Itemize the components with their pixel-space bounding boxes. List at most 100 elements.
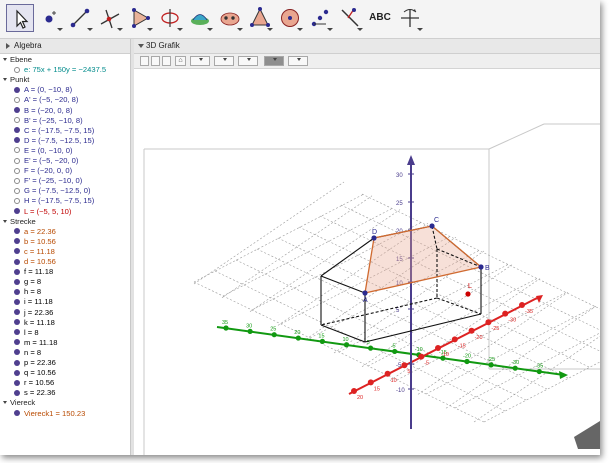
collapse-triangle-icon[interactable] xyxy=(6,43,10,49)
algebra-row[interactable]: g = 8 xyxy=(14,277,41,287)
visibility-toggle-icon[interactable] xyxy=(14,177,20,184)
visibility-toggle-icon[interactable] xyxy=(14,86,20,93)
algebra-row[interactable]: B' = (−25, −10, 8) xyxy=(14,116,83,126)
visibility-toggle-icon[interactable] xyxy=(14,197,20,204)
visibility-toggle-icon[interactable] xyxy=(14,268,20,275)
collapse-toggle-icon[interactable] xyxy=(3,219,7,223)
algebra-row[interactable]: E = (0, −10, 0) xyxy=(14,146,73,156)
move-tool-button[interactable] xyxy=(6,4,34,32)
graphics-3d-canvas[interactable]: 30 25 20 15 10 5 -5 -10 35 30 25 20 15 10 5 -5 -10 -15 -20… xyxy=(134,69,600,455)
algebra-row[interactable]: n = 8 xyxy=(14,348,41,358)
visibility-toggle-icon[interactable] xyxy=(14,319,20,326)
expand-triangle-icon[interactable] xyxy=(138,44,144,48)
intersect-surfaces-tool-button[interactable] xyxy=(186,4,214,32)
algebra-row[interactable]: k = 11.18 xyxy=(14,318,55,328)
algebra-row[interactable]: d = 10.56 xyxy=(14,257,56,267)
visibility-toggle-icon[interactable] xyxy=(14,329,20,336)
algebra-row[interactable]: e: 75x + 150y = −2437.5 xyxy=(14,65,106,75)
visibility-toggle-icon[interactable] xyxy=(14,309,20,315)
visibility-toggle-icon[interactable] xyxy=(14,389,20,396)
algebra-row[interactable]: f = 11.18 xyxy=(14,267,53,277)
visibility-toggle-icon[interactable] xyxy=(14,369,20,376)
rotate-around-line-tool-button[interactable] xyxy=(156,4,184,32)
algebra-row[interactable]: l = 8 xyxy=(14,328,39,338)
projection-dropdown[interactable] xyxy=(288,56,308,66)
category-header[interactable]: Viereck xyxy=(3,398,35,408)
rotate-view-tool-button[interactable] xyxy=(396,4,424,32)
algebra-row[interactable]: A = (0, −10, 8) xyxy=(14,85,72,95)
segment-tool-button[interactable] xyxy=(66,4,94,32)
algebra-row[interactable]: h = 8 xyxy=(14,287,41,297)
visibility-toggle-icon[interactable] xyxy=(14,349,20,356)
graphics-3d-view[interactable]: 30 25 20 15 10 5 -5 -10 35 30 25 20 15 10 5 -5 -10 -15 -20… xyxy=(134,69,600,455)
algebra-row[interactable]: C = (−17.5, −7.5, 15) xyxy=(14,126,94,136)
visibility-toggle-icon[interactable] xyxy=(14,208,20,214)
visibility-toggle-icon[interactable] xyxy=(14,248,20,255)
text-tool-button[interactable]: ABC xyxy=(366,4,394,32)
algebra-row[interactable]: a = 22.36 xyxy=(14,227,56,237)
algebra-row[interactable]: q = 10.56 xyxy=(14,368,56,378)
reflect-about-point-tool-button[interactable] xyxy=(306,4,334,32)
cube-tool-button[interactable] xyxy=(246,4,274,32)
visibility-toggle-icon[interactable] xyxy=(14,137,20,144)
category-header[interactable]: Punkt xyxy=(3,75,29,85)
visibility-toggle-icon[interactable] xyxy=(14,157,20,164)
show-grid-toggle[interactable] xyxy=(151,56,160,66)
algebra-row[interactable]: p = 22.36 xyxy=(14,358,56,368)
point-tool-button[interactable] xyxy=(36,4,64,32)
visibility-toggle-icon[interactable] xyxy=(14,187,20,194)
visibility-toggle-icon[interactable] xyxy=(14,339,20,346)
algebra-row[interactable]: r = 10.56 xyxy=(14,378,54,388)
algebra-row[interactable]: E' = (−5, −20, 0) xyxy=(14,156,78,166)
algebra-row[interactable]: s = 22.36 xyxy=(14,388,55,398)
visibility-toggle-icon[interactable] xyxy=(14,96,20,103)
visibility-toggle-icon[interactable] xyxy=(14,228,20,235)
perpendicular-tool-button[interactable] xyxy=(96,4,124,32)
reflect-about-line-tool-button[interactable] xyxy=(336,4,364,32)
show-axes-toggle[interactable] xyxy=(140,56,149,66)
algebra-row[interactable]: A' = (−5, −20, 8) xyxy=(14,95,78,105)
collapse-toggle-icon[interactable] xyxy=(3,78,7,82)
algebra-row[interactable]: Viereck1 = 150.23 xyxy=(14,409,85,419)
algebra-row[interactable]: B = (−20, 0, 8) xyxy=(14,106,73,116)
algebra-row[interactable]: i = 11.18 xyxy=(14,297,53,307)
algebra-row[interactable]: F = (−20, 0, 0) xyxy=(14,166,72,176)
home-button[interactable]: ⌂ xyxy=(175,56,186,66)
visibility-toggle-icon[interactable] xyxy=(14,167,20,174)
polygon-tool-button[interactable] xyxy=(126,4,154,32)
visibility-toggle-icon[interactable] xyxy=(14,278,20,285)
graphics-view-header[interactable]: 3D Grafik xyxy=(134,39,600,54)
visibility-toggle-icon[interactable] xyxy=(14,379,20,386)
visibility-toggle-icon[interactable] xyxy=(14,66,20,73)
category-header[interactable]: Ebene xyxy=(3,55,32,65)
collapse-toggle-icon[interactable] xyxy=(3,58,7,61)
algebra-row[interactable]: H = (−17.5, −7.5, 15) xyxy=(14,196,94,206)
sphere-tool-button[interactable] xyxy=(276,4,304,32)
algebra-view-header[interactable]: Algebra xyxy=(0,39,130,54)
visibility-toggle-icon[interactable] xyxy=(14,298,20,305)
algebra-row[interactable]: G = (−7.5, −12.5, 0) xyxy=(14,186,91,196)
collapse-toggle-icon[interactable] xyxy=(3,401,7,405)
visibility-toggle-icon[interactable] xyxy=(14,147,20,154)
clipping-dropdown[interactable] xyxy=(264,56,284,66)
visibility-toggle-icon[interactable] xyxy=(14,359,20,366)
algebra-row[interactable]: L = (−5, 5, 10) xyxy=(14,207,71,217)
algebra-row[interactable]: b = 10.56 xyxy=(14,237,56,247)
algebra-row[interactable]: c = 11.18 xyxy=(14,247,55,257)
visibility-toggle-icon[interactable] xyxy=(14,258,20,265)
show-plane-toggle[interactable] xyxy=(162,56,171,66)
visibility-toggle-icon[interactable] xyxy=(14,288,20,295)
view-direction-dropdown[interactable] xyxy=(238,56,258,66)
visibility-toggle-icon[interactable] xyxy=(14,107,20,113)
visibility-toggle-icon[interactable] xyxy=(14,238,20,245)
algebra-row[interactable]: j = 22.36 xyxy=(14,308,53,318)
algebra-row[interactable]: m = 11.18 xyxy=(14,338,57,348)
visibility-toggle-icon[interactable] xyxy=(14,127,20,134)
visibility-toggle-icon[interactable] xyxy=(14,117,20,124)
visibility-toggle-icon[interactable] xyxy=(14,410,20,416)
algebra-row[interactable]: D = (−7.5, −12.5, 15) xyxy=(14,136,94,146)
category-header[interactable]: Strecke xyxy=(3,217,36,227)
rotate-view-dropdown[interactable] xyxy=(214,56,234,66)
pyramid-tool-button[interactable] xyxy=(216,4,244,32)
algebra-row[interactable]: F' = (−25, −10, 0) xyxy=(14,176,82,186)
